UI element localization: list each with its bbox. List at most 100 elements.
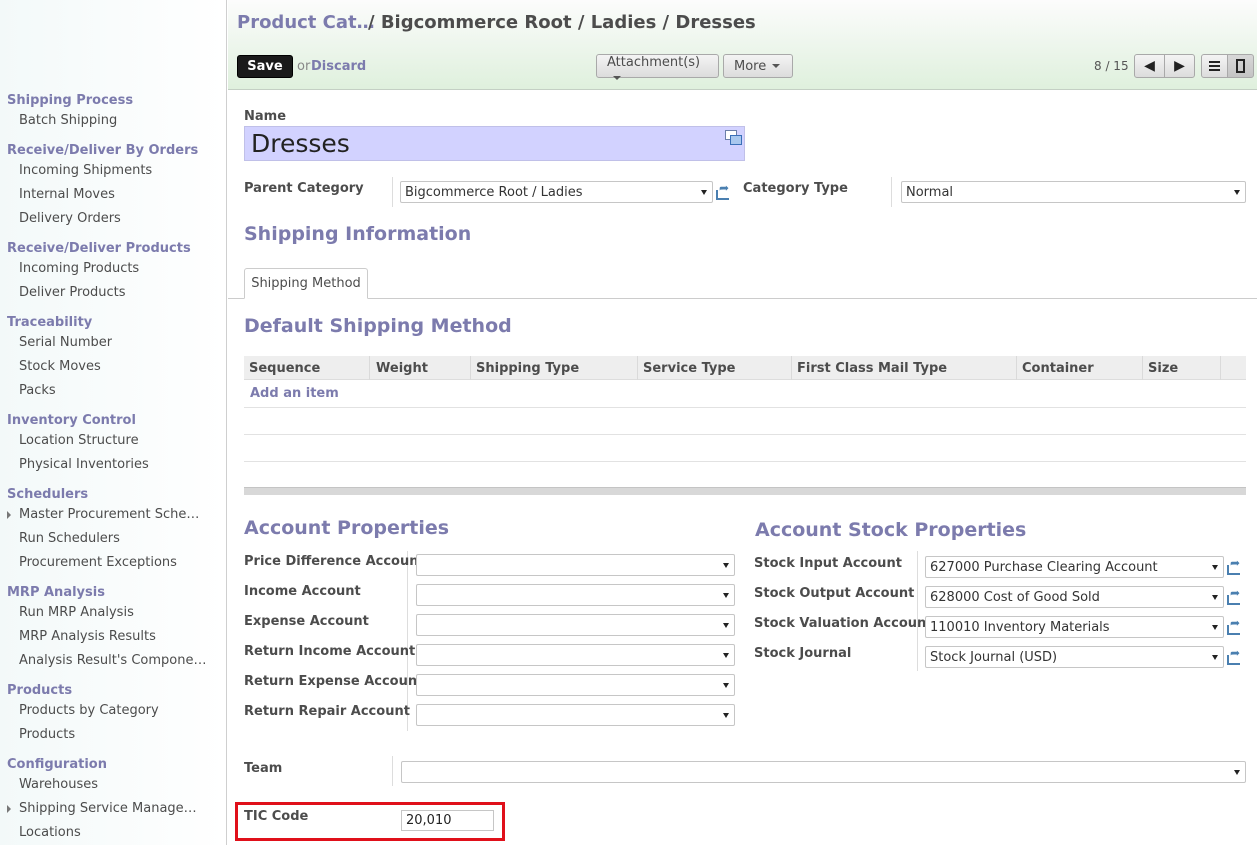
sidebar-item-run-schedulers[interactable]: Run Schedulers — [19, 531, 120, 546]
list-view-button[interactable] — [1201, 54, 1228, 78]
sidebar-section-mrp-analysis[interactable]: MRP Analysis — [7, 585, 105, 600]
expand-triangle-icon[interactable] — [7, 805, 11, 813]
column-separator — [1016, 356, 1017, 380]
sidebar-section-products[interactable]: Products — [7, 683, 72, 698]
column-weight[interactable]: Weight — [376, 361, 428, 376]
sidebar-section-schedulers[interactable]: Schedulers — [7, 487, 88, 502]
sidebar-item-products[interactable]: Products — [19, 727, 75, 742]
column-separator — [1220, 356, 1221, 380]
previous-record-button[interactable]: ◀ — [1134, 54, 1165, 78]
column-service-type[interactable]: Service Type — [643, 361, 736, 376]
stock-valuation-account-label: Stock Valuation Account — [754, 616, 933, 631]
return-expense-account-select[interactable] — [416, 674, 735, 696]
sidebar-item-stock-moves[interactable]: Stock Moves — [19, 359, 101, 374]
attachments-label: Attachment(s) — [607, 55, 701, 70]
price-difference-account-select[interactable] — [416, 554, 735, 576]
sidebar: Shipping Process Batch Shipping Receive/… — [0, 0, 227, 845]
return-income-account-select[interactable] — [416, 644, 735, 666]
sidebar-section-configuration[interactable]: Configuration — [7, 757, 107, 772]
grid-row-line — [244, 434, 1246, 435]
sidebar-item-mrp-analysis-results[interactable]: MRP Analysis Results — [19, 629, 156, 644]
column-first-class-mail-type[interactable]: First Class Mail Type — [797, 361, 947, 376]
sidebar-item-location-structure[interactable]: Location Structure — [19, 433, 139, 448]
sidebar-item-physical-inventories[interactable]: Physical Inventories — [19, 457, 149, 472]
caret-down-icon — [772, 64, 781, 68]
next-record-button[interactable]: ▶ — [1164, 54, 1195, 78]
tab-bar-line — [228, 298, 1257, 299]
save-button[interactable]: Save — [237, 55, 293, 78]
sidebar-item-packs[interactable]: Packs — [19, 383, 56, 398]
column-separator — [791, 356, 792, 380]
sidebar-item-warehouses[interactable]: Warehouses — [19, 777, 98, 792]
sidebar-item-delivery-orders[interactable]: Delivery Orders — [19, 211, 121, 226]
stock-input-account-select[interactable]: 627000 Purchase Clearing Account — [925, 556, 1224, 578]
sidebar-section-shipping-process[interactable]: Shipping Process — [7, 93, 133, 108]
discard-link[interactable]: Discard — [311, 59, 366, 74]
sidebar-item-procurement-exceptions[interactable]: Procurement Exceptions — [19, 555, 177, 570]
breadcrumb-link[interactable]: Product Cat… — [237, 12, 375, 33]
separator — [917, 551, 918, 671]
sidebar-item-incoming-shipments[interactable]: Incoming Shipments — [19, 163, 152, 178]
sidebar-item-incoming-products[interactable]: Incoming Products — [19, 261, 139, 276]
form-header: Product Cat… / Bigcommerce Root / Ladies… — [228, 0, 1257, 90]
stock-output-account-label: Stock Output Account — [754, 586, 915, 601]
sidebar-item-batch-shipping[interactable]: Batch Shipping — [19, 113, 117, 128]
column-sequence[interactable]: Sequence — [249, 361, 320, 376]
sidebar-item-products-by-category[interactable]: Products by Category — [19, 703, 159, 718]
column-size[interactable]: Size — [1148, 361, 1178, 376]
sidebar-section-receive-deliver-products[interactable]: Receive/Deliver Products — [7, 241, 191, 256]
translate-icon[interactable] — [725, 130, 742, 145]
sidebar-item-locations[interactable]: Locations — [19, 825, 81, 840]
breadcrumb-current: / Bigcommerce Root / Ladies / Dresses — [368, 12, 756, 33]
external-link-icon[interactable] — [716, 181, 732, 200]
sidebar-item-master-procurement[interactable]: Master Procurement Sche… — [19, 507, 199, 522]
default-shipping-method-title: Default Shipping Method — [244, 315, 512, 337]
sidebar-section-traceability[interactable]: Traceability — [7, 315, 92, 330]
team-label: Team — [244, 761, 283, 776]
form-view-button[interactable] — [1227, 54, 1254, 78]
tic-code-input[interactable] — [401, 810, 494, 831]
attachments-button[interactable]: Attachment(s) — [596, 54, 719, 80]
expand-triangle-icon[interactable] — [7, 511, 11, 519]
sidebar-item-internal-moves[interactable]: Internal Moves — [19, 187, 115, 202]
caret-down-icon — [613, 75, 621, 80]
more-label: More — [734, 58, 767, 74]
name-input[interactable] — [244, 126, 745, 161]
add-item-link[interactable]: Add an item — [250, 386, 339, 401]
expense-account-select[interactable] — [416, 614, 735, 636]
sidebar-section-receive-deliver-orders[interactable]: Receive/Deliver By Orders — [7, 143, 198, 158]
sidebar-item-deliver-products[interactable]: Deliver Products — [19, 285, 126, 300]
return-repair-account-select[interactable] — [416, 704, 735, 726]
external-link-icon[interactable] — [1227, 586, 1243, 605]
grid-row-line — [244, 407, 1246, 408]
price-difference-account-label: Price Difference Account — [244, 554, 425, 569]
grid-row-line — [244, 461, 1246, 462]
parent-category-label: Parent Category — [244, 181, 364, 196]
name-label: Name — [244, 109, 287, 124]
sidebar-item-analysis-result-components[interactable]: Analysis Result's Compone… — [19, 653, 206, 668]
team-select[interactable] — [401, 761, 1246, 783]
sidebar-item-shipping-service-management[interactable]: Shipping Service Manage… — [19, 801, 197, 816]
sidebar-section-inventory-control[interactable]: Inventory Control — [7, 413, 136, 428]
stock-journal-select[interactable]: Stock Journal (USD) — [925, 646, 1224, 668]
parent-category-select[interactable]: Bigcommerce Root / Ladies — [400, 181, 713, 203]
return-expense-account-label: Return Expense Account — [244, 674, 424, 689]
sidebar-item-run-mrp-analysis[interactable]: Run MRP Analysis — [19, 605, 134, 620]
external-link-icon[interactable] — [1227, 556, 1243, 575]
sidebar-item-serial-number[interactable]: Serial Number — [19, 335, 112, 350]
list-icon — [1209, 61, 1220, 71]
external-link-icon[interactable] — [1227, 646, 1243, 665]
column-shipping-type[interactable]: Shipping Type — [476, 361, 579, 376]
more-button[interactable]: More — [723, 54, 793, 78]
account-stock-properties-title: Account Stock Properties — [755, 519, 1027, 541]
category-type-select[interactable]: Normal — [901, 181, 1246, 203]
tab-shipping-method[interactable]: Shipping Method — [244, 268, 368, 299]
income-account-select[interactable] — [416, 584, 735, 606]
column-container[interactable]: Container — [1022, 361, 1094, 376]
stock-valuation-account-select[interactable]: 110010 Inventory Materials — [925, 616, 1224, 638]
external-link-icon[interactable] — [1227, 616, 1243, 635]
stock-output-account-select[interactable]: 628000 Cost of Good Sold — [925, 586, 1224, 608]
column-separator — [1142, 356, 1143, 380]
stock-journal-label: Stock Journal — [754, 646, 852, 661]
column-separator — [470, 356, 471, 380]
